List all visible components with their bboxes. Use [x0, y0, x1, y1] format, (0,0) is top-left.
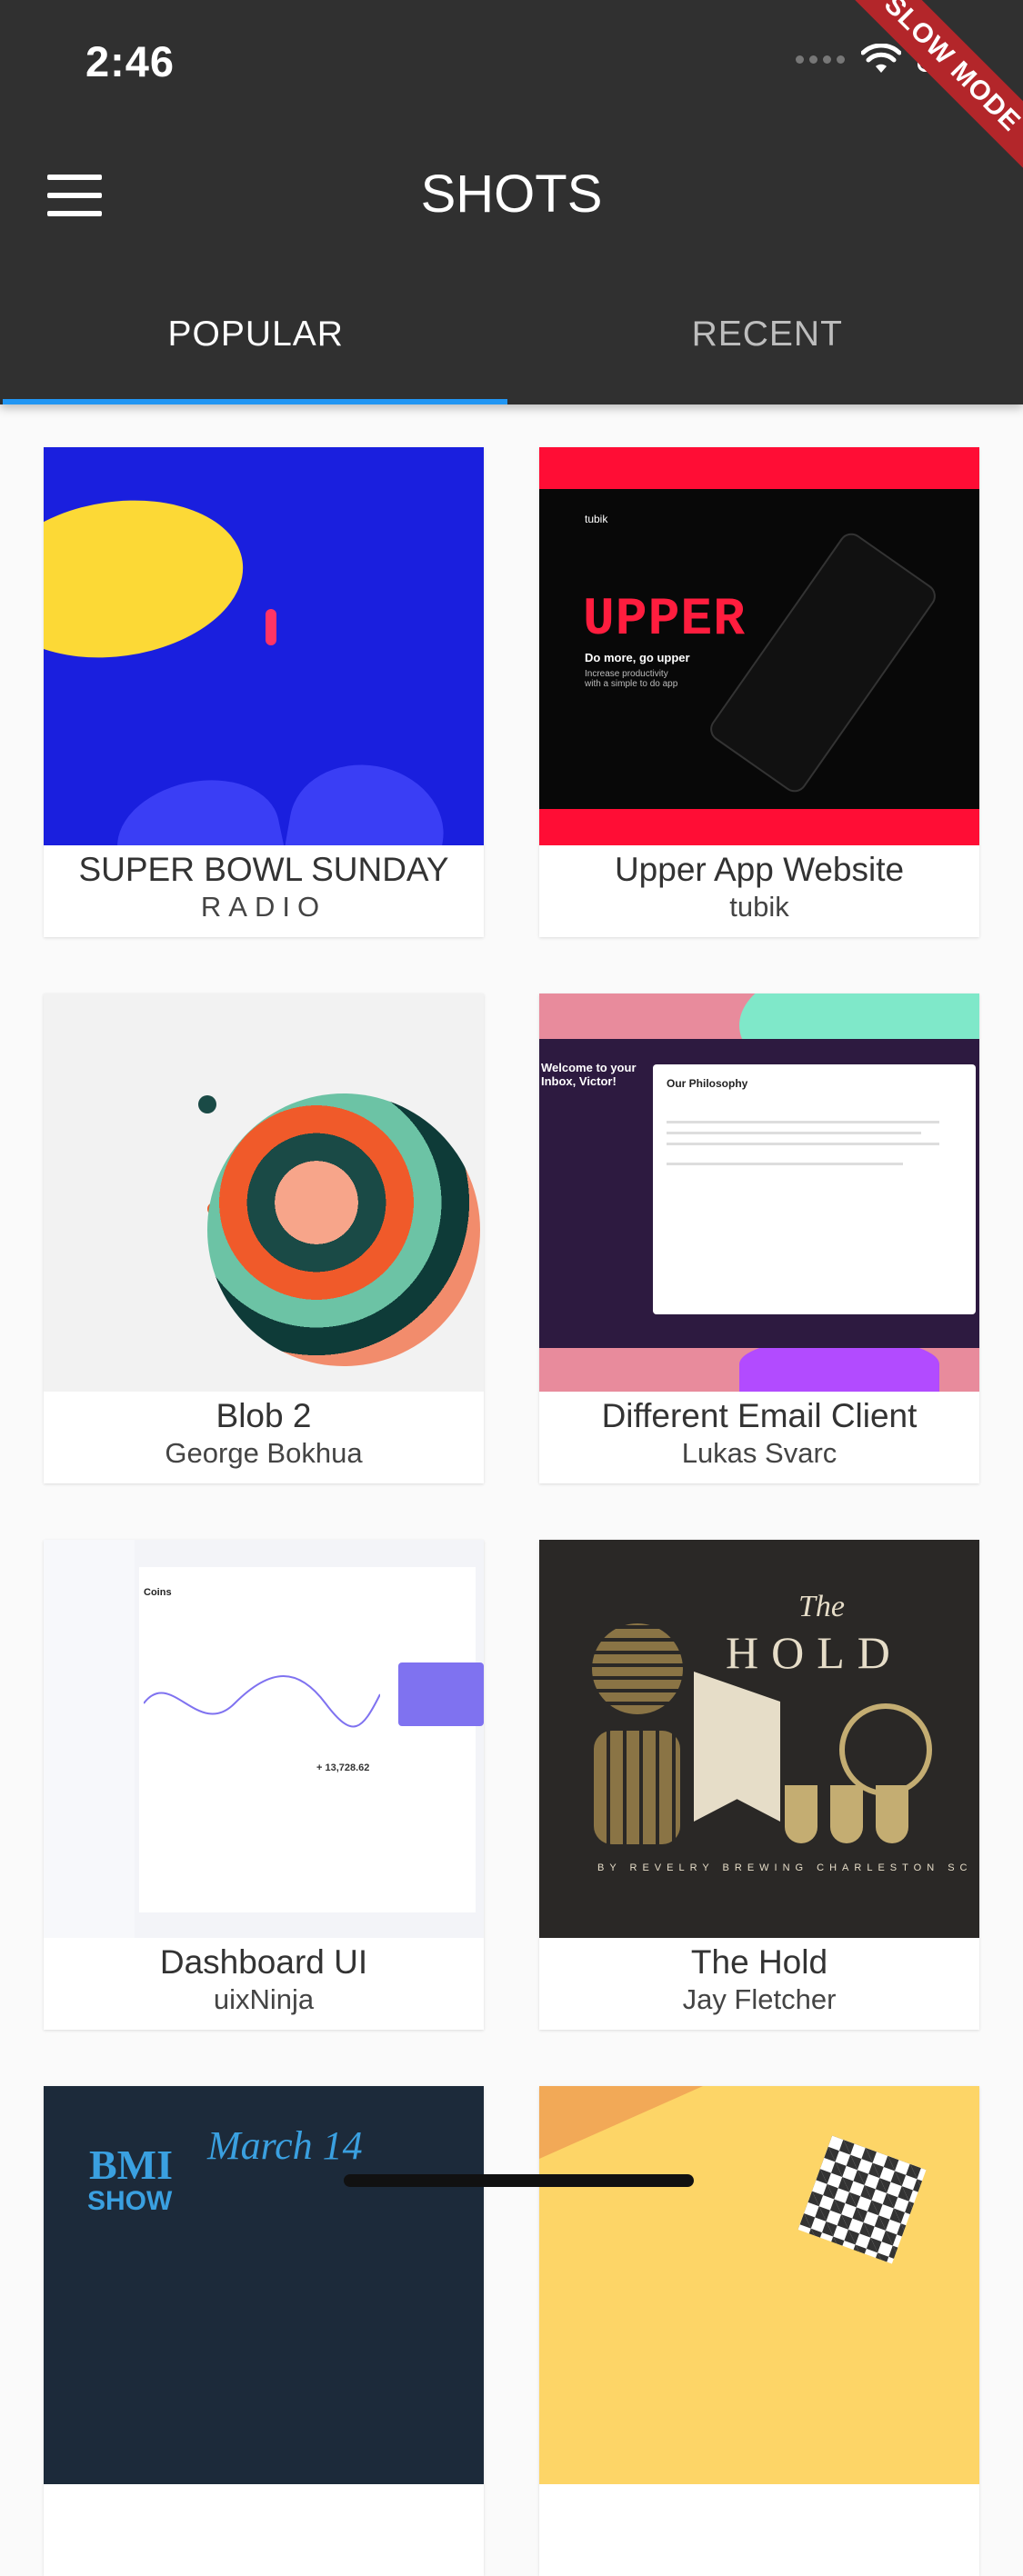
cellular-signal-icon: [796, 55, 845, 64]
shot-thumbnail: [44, 993, 484, 1392]
shot-thumbnail: BMI March 14 SHOW: [44, 2086, 484, 2484]
thumbnail-show: SHOW: [87, 2186, 172, 2217]
thumbnail-hold: HOLD: [726, 1626, 903, 1679]
shot-thumbnail: [44, 447, 484, 845]
shot-card[interactable]: tubik UPPER Do more, go upper Increase p…: [539, 447, 979, 937]
shot-card[interactable]: Welcome to your Inbox, Victor! Our Philo…: [539, 993, 979, 1483]
shot-card[interactable]: Coins + 13,728.62 Dashboard UI uixNinja: [44, 1540, 484, 2030]
shot-caption: SUPER BOWL SUNDAY RADIO: [44, 851, 484, 937]
tab-indicator: [3, 399, 507, 404]
shot-author: Lukas Svarc: [539, 1437, 979, 1470]
shot-card[interactable]: The HOLD BY REVELRY BREWING CHARLESTON S…: [539, 1540, 979, 2030]
app-bar: 2:46 SHOTS POPULAR RECENT: [0, 0, 1023, 404]
shot-caption: Blob 2 George Bokhua: [44, 1397, 484, 1483]
thumbnail-maker: tubik: [585, 513, 607, 525]
shot-caption: The Hold Jay Fletcher: [539, 1943, 979, 2030]
thumbnail-balance: + 13,728.62: [316, 1762, 369, 1773]
shot-author: Jay Fletcher: [539, 1983, 979, 2016]
shot-thumbnail: The HOLD BY REVELRY BREWING CHARLESTON S…: [539, 1540, 979, 1938]
home-indicator[interactable]: [344, 2174, 694, 2187]
shot-title: Blob 2: [44, 1397, 484, 1435]
shot-author: tubik: [539, 891, 979, 924]
thumbnail-heading: Our Philosophy: [667, 1077, 747, 1090]
thumbnail-footer: BY REVELRY BREWING CHARLESTON SC: [597, 1862, 972, 1873]
shot-caption: Dashboard UI uixNinja: [44, 1943, 484, 2030]
shot-author: George Bokhua: [44, 1437, 484, 1470]
shot-author: RADIO: [44, 891, 484, 924]
status-time: 2:46: [85, 36, 175, 86]
shot-title: Upper App Website: [539, 851, 979, 889]
shot-card[interactable]: [539, 2086, 979, 2576]
page-title: SHOTS: [0, 164, 1023, 225]
thumbnail-brand: UPPER: [583, 591, 746, 650]
shot-thumbnail: Welcome to your Inbox, Victor! Our Philo…: [539, 993, 979, 1392]
thumbnail-the: The: [798, 1590, 845, 1624]
shots-grid: SUPER BOWL SUNDAY RADIO tubik UPPER Do m…: [44, 447, 980, 2576]
shot-card[interactable]: Blob 2 George Bokhua: [44, 993, 484, 1483]
shot-card[interactable]: SUPER BOWL SUNDAY RADIO: [44, 447, 484, 937]
thumbnail-welcome: Welcome to your Inbox, Victor!: [541, 1061, 641, 1088]
shot-thumbnail: Coins + 13,728.62: [44, 1540, 484, 1938]
shot-title: SUPER BOWL SUNDAY: [44, 851, 484, 889]
thumbnail-bmi: BMI: [89, 2141, 173, 2189]
wifi-icon: [861, 44, 901, 75]
shot-title: Dashboard UI: [44, 1943, 484, 1982]
shot-title: Different Email Client: [539, 1397, 979, 1435]
thumbnail-subtext: Increase productivity with a simple to d…: [585, 669, 685, 689]
shot-thumbnail: [539, 2086, 979, 2484]
tab-recent[interactable]: RECENT: [512, 300, 1023, 404]
shot-title: The Hold: [539, 1943, 979, 1982]
thumbnail-tagline: Do more, go upper: [585, 651, 690, 664]
shot-thumbnail: tubik UPPER Do more, go upper Increase p…: [539, 447, 979, 845]
shot-caption: Different Email Client Lukas Svarc: [539, 1397, 979, 1483]
shot-card[interactable]: BMI March 14 SHOW: [44, 2086, 484, 2576]
shot-author: uixNinja: [44, 1983, 484, 2016]
tab-popular[interactable]: POPULAR: [0, 300, 512, 404]
shot-caption: Upper App Website tubik: [539, 851, 979, 937]
tab-bar: POPULAR RECENT: [0, 300, 1023, 404]
thumbnail-heading: Coins: [144, 1587, 172, 1598]
thumbnail-march: March 14: [207, 2122, 363, 2169]
